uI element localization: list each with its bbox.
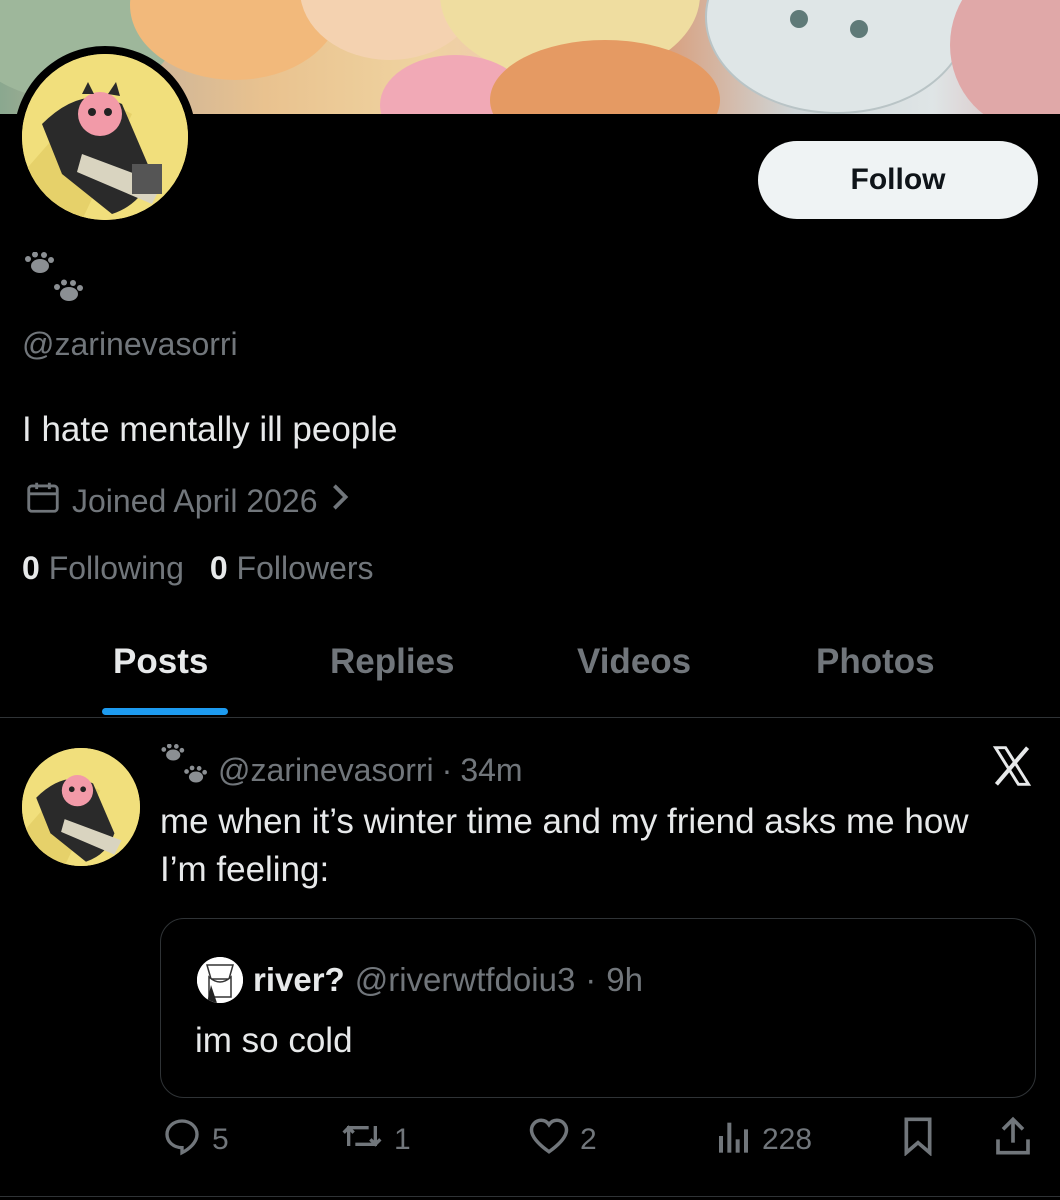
quote-author-handle: @riverwtfdoiu3 [354,961,576,998]
chevron-right-icon[interactable] [328,482,352,520]
repost-icon [340,1116,384,1164]
following-link[interactable]: 0 Following [22,550,184,587]
post-handle[interactable]: @zarinevasorri [218,752,434,789]
avatar-illustration [22,54,188,220]
x-logo-icon [990,744,1034,788]
like-button[interactable]: 2 [528,1116,597,1164]
quote-header: river? @riverwtfdoiu3 · 9h [197,957,643,1003]
joined-date: Joined April 2026 [24,478,352,524]
following-label: Following [48,550,184,586]
follow-counts: 0 Following 0 Followers [22,550,373,587]
followers-label: Followers [236,550,374,586]
reply-icon [162,1116,202,1164]
follow-button[interactable]: Follow [758,141,1038,219]
tab-photos[interactable]: Photos [816,642,935,682]
paw-prints-icon [160,743,210,796]
quoted-post[interactable]: river? @riverwtfdoiu3 · 9h im so cold [160,918,1036,1098]
views-button[interactable]: 228 [716,1116,812,1164]
tab-posts[interactable]: Posts [113,642,208,682]
quote-time: 9h [606,961,644,998]
banner-shape [950,0,1060,114]
repost-count: 1 [394,1123,411,1156]
post-text: me when it’s winter time and my friend a… [160,802,969,889]
reply-button[interactable]: 5 [162,1116,229,1164]
followers-link[interactable]: 0 Followers [210,550,374,587]
banner-shape [850,20,868,38]
avatar-illustration [22,748,140,866]
following-count: 0 [22,550,40,586]
quote-text: im so cold [195,1021,353,1060]
like-count: 2 [580,1123,597,1156]
post-time[interactable]: 34m [460,752,522,789]
profile-bio: I hate mentally ill people [22,410,398,449]
profile-avatar-image [22,54,188,220]
views-icon [716,1116,752,1164]
divider [0,1196,1060,1197]
profile-handle: @zarinevasorri [22,326,238,362]
post-actions: 5 1 2 228 [0,1116,1060,1166]
followers-count: 0 [209,550,228,586]
heart-icon [528,1116,570,1164]
repost-button[interactable]: 1 [340,1116,411,1164]
bookmark-icon [900,1116,936,1164]
quote-author-name: river? [253,961,345,998]
tab-videos[interactable]: Videos [577,642,691,682]
calendar-icon [24,478,62,524]
post-avatar[interactable] [22,748,140,866]
quote-avatar [197,957,243,1003]
reply-count: 5 [212,1123,229,1156]
bookmark-button[interactable] [900,1116,936,1164]
active-tab-indicator [102,708,228,715]
joined-text: Joined April 2026 [72,482,318,519]
banner-shape [705,0,969,114]
share-icon [994,1116,1032,1164]
profile-tabs: Posts Replies Videos Photos [0,620,1060,716]
profile-avatar[interactable] [14,46,196,228]
share-button[interactable] [994,1116,1032,1164]
tab-replies[interactable]: Replies [330,642,455,682]
paw-prints-icon [24,251,86,313]
banner-shape [790,10,808,28]
divider [0,717,1060,718]
post-separator: · [441,751,453,788]
views-count: 228 [762,1123,813,1156]
quote-separator: · [585,961,597,998]
post-header: @zarinevasorri · 34m [160,743,523,796]
